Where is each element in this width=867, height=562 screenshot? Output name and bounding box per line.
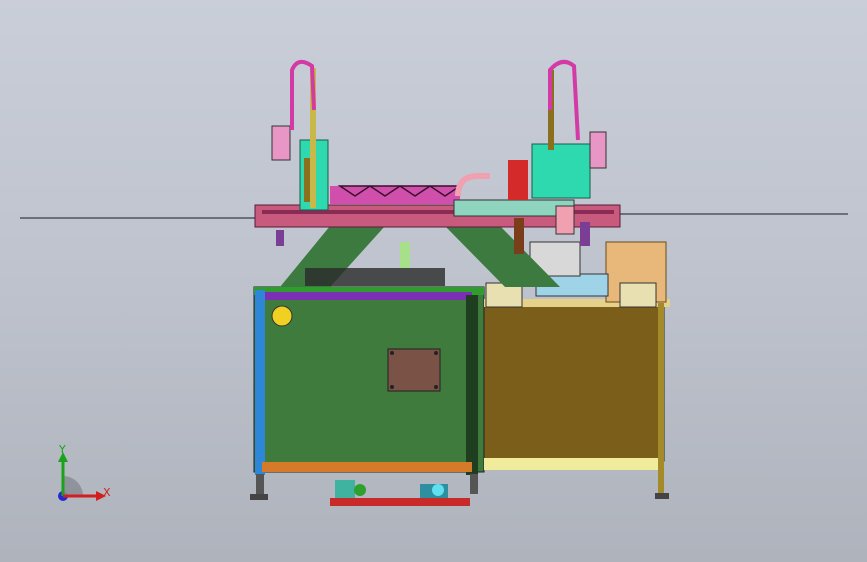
triad-y-label: Y bbox=[59, 443, 66, 456]
machine-model-drawing[interactable] bbox=[0, 0, 867, 562]
triad-x-label: X bbox=[103, 486, 111, 499]
spindle bbox=[508, 160, 528, 200]
right-carriage bbox=[531, 143, 591, 199]
base-rail bbox=[330, 498, 470, 506]
access-panel bbox=[387, 348, 441, 392]
warning-sign bbox=[271, 305, 293, 327]
cad-viewport[interactable]: Y X bbox=[0, 0, 867, 562]
coordinate-triad bbox=[58, 452, 106, 501]
right-cabinet bbox=[483, 302, 665, 462]
